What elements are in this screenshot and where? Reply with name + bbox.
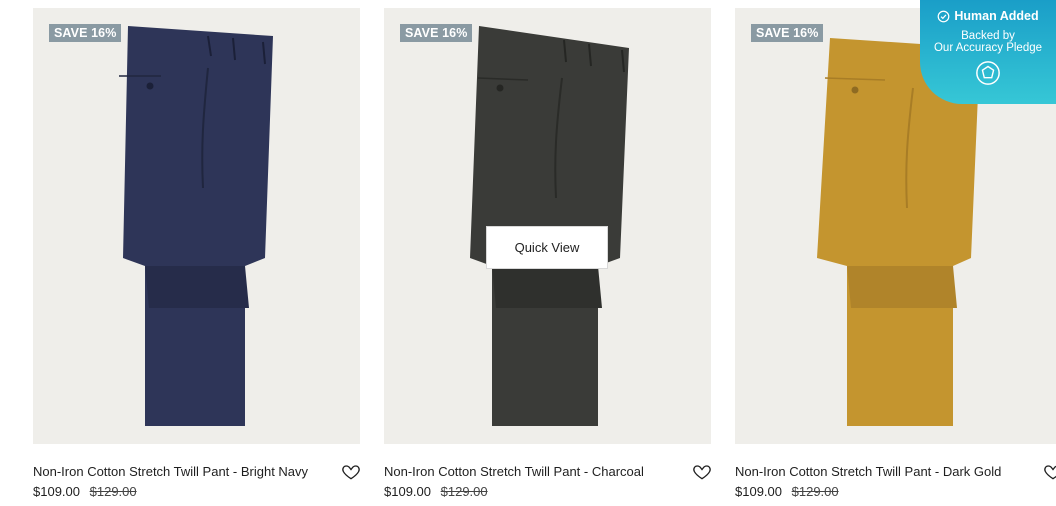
check-circle-icon: [937, 10, 950, 22]
product-price: $109.00 $129.00: [735, 484, 839, 499]
product-card[interactable]: SAVE 16% Non-Iron Cotton Stretch Twill P…: [33, 8, 360, 499]
pledge-header: Human Added: [920, 9, 1056, 23]
original-price: $129.00: [791, 484, 839, 499]
quick-view-button[interactable]: Quick View: [486, 226, 608, 269]
accuracy-pledge-badge[interactable]: Human Added Backed by Our Accuracy Pledg…: [920, 0, 1056, 104]
heart-icon[interactable]: [341, 462, 361, 482]
shield-icon: [976, 61, 1000, 85]
pants-image: [119, 26, 273, 426]
heart-icon[interactable]: [1043, 462, 1056, 482]
save-badge: SAVE 16%: [751, 24, 824, 42]
product-title[interactable]: Non-Iron Cotton Stretch Twill Pant - Dar…: [735, 464, 1035, 479]
product-card[interactable]: SAVE 16% Quick View Non-Iron Cotton Stre…: [384, 8, 711, 499]
original-price: $129.00: [440, 484, 488, 499]
sale-price: $109.00: [735, 484, 782, 499]
pledge-line-1: Backed by: [961, 30, 1015, 42]
product-image[interactable]: SAVE 16% Quick View: [384, 8, 711, 444]
product-price: $109.00 $129.00: [33, 484, 137, 499]
save-badge: SAVE 16%: [49, 24, 122, 42]
pledge-title: Human Added: [954, 9, 1039, 23]
save-badge: SAVE 16%: [400, 24, 473, 42]
pledge-line-2: Our Accuracy Pledge: [933, 42, 1043, 54]
product-image[interactable]: SAVE 16%: [33, 8, 360, 444]
sale-price: $109.00: [33, 484, 80, 499]
product-title[interactable]: Non-Iron Cotton Stretch Twill Pant - Cha…: [384, 464, 684, 479]
heart-icon[interactable]: [692, 462, 712, 482]
product-title[interactable]: Non-Iron Cotton Stretch Twill Pant - Bri…: [33, 464, 333, 479]
sale-price: $109.00: [384, 484, 431, 499]
product-price: $109.00 $129.00: [384, 484, 488, 499]
original-price: $129.00: [89, 484, 137, 499]
